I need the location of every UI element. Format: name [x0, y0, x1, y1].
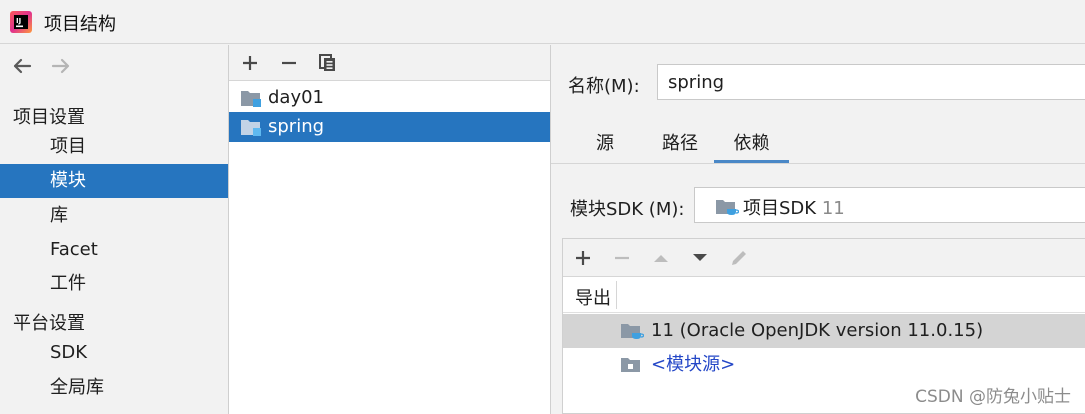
module-item-spring[interactable]: spring	[229, 112, 550, 142]
module-list-panel: day01 spring	[229, 45, 550, 414]
svg-text:IJ: IJ	[16, 17, 21, 25]
sdk-name: 项目SDK	[743, 198, 817, 219]
minus-icon	[282, 61, 296, 65]
module-name-input[interactable]	[657, 64, 1085, 100]
module-item-day01[interactable]: day01	[229, 83, 550, 113]
title-bar: IJ 项目结构	[0, 0, 1085, 44]
tab-paths[interactable]: 路径	[646, 129, 714, 163]
sdk-folder-icon	[716, 200, 739, 215]
move-down-icon	[693, 254, 707, 261]
window-title: 项目结构	[44, 14, 116, 35]
module-folder-icon	[241, 91, 261, 107]
dependency-label: 11 (Oracle OpenJDK version 11.0.15)	[651, 320, 984, 341]
export-column-header[interactable]: 导出	[575, 284, 611, 310]
remove-module-button[interactable]	[278, 52, 300, 74]
module-folder-icon	[241, 120, 261, 136]
nav-item-global-libraries[interactable]: 全局库	[0, 371, 228, 405]
edit-pencil-icon	[732, 251, 746, 265]
nav-item-sdk[interactable]: SDK	[0, 336, 228, 370]
plus-icon	[576, 251, 590, 265]
settings-nav-panel: 项目设置 项目 模块 库 Facet 工件 平台设置 SDK 全局库	[0, 45, 228, 414]
dependencies-header: 导出	[563, 277, 1085, 313]
source-folder-icon	[621, 358, 640, 372]
dependency-row-jdk[interactable]: 11 (Oracle OpenJDK version 11.0.15)	[563, 314, 1085, 348]
move-down-button[interactable]	[689, 247, 711, 269]
plus-icon	[243, 56, 257, 70]
forward-button[interactable]	[48, 53, 74, 79]
nav-item-project[interactable]: 项目	[0, 130, 228, 164]
copy-module-button[interactable]	[317, 52, 339, 74]
tab-dependencies[interactable]: 依赖	[714, 129, 789, 163]
jdk-folder-icon	[621, 324, 644, 339]
intellij-app-icon: IJ	[10, 11, 32, 33]
remove-dependency-button[interactable]	[611, 247, 633, 269]
move-up-button[interactable]	[650, 247, 672, 269]
name-label: 名称(M):	[568, 76, 640, 97]
sdk-version: 11	[821, 198, 845, 219]
module-label: spring	[268, 116, 325, 137]
project-settings-header: 项目设置	[13, 107, 85, 128]
watermark: CSDN @防兔小贴士	[915, 387, 1071, 407]
add-module-button[interactable]	[239, 52, 261, 74]
column-separator[interactable]	[616, 281, 617, 309]
copy-icon	[319, 54, 335, 71]
module-list-toolbar	[229, 45, 550, 81]
move-up-icon	[654, 255, 668, 262]
module-sdk-label: 模块SDK (M):	[570, 199, 685, 220]
edit-dependency-button[interactable]	[728, 247, 750, 269]
tab-divider	[551, 163, 1085, 164]
arrow-left-icon	[13, 58, 32, 74]
dependency-label: <模块源>	[651, 354, 736, 375]
dependencies-toolbar	[563, 239, 1085, 277]
module-details-panel: 名称(M): 源 路径 依赖 模块SDK (M): 项目SDK 11	[551, 45, 1085, 414]
nav-item-facet[interactable]: Facet	[0, 233, 228, 267]
nav-item-libraries[interactable]: 库	[0, 199, 228, 233]
add-dependency-button[interactable]	[572, 247, 594, 269]
tab-sources[interactable]: 源	[581, 129, 629, 163]
arrow-right-icon	[51, 58, 70, 74]
sdk-value: 项目SDK 11	[743, 194, 845, 220]
platform-settings-header: 平台设置	[13, 313, 85, 334]
nav-item-modules[interactable]: 模块	[0, 164, 228, 198]
minus-icon	[615, 256, 629, 260]
back-button[interactable]	[9, 53, 35, 79]
module-label: day01	[268, 87, 325, 108]
nav-item-artifacts[interactable]: 工件	[0, 267, 228, 301]
module-sdk-select[interactable]: 项目SDK 11	[694, 187, 1085, 223]
dependency-row-module-source[interactable]: <模块源>	[563, 348, 1085, 382]
